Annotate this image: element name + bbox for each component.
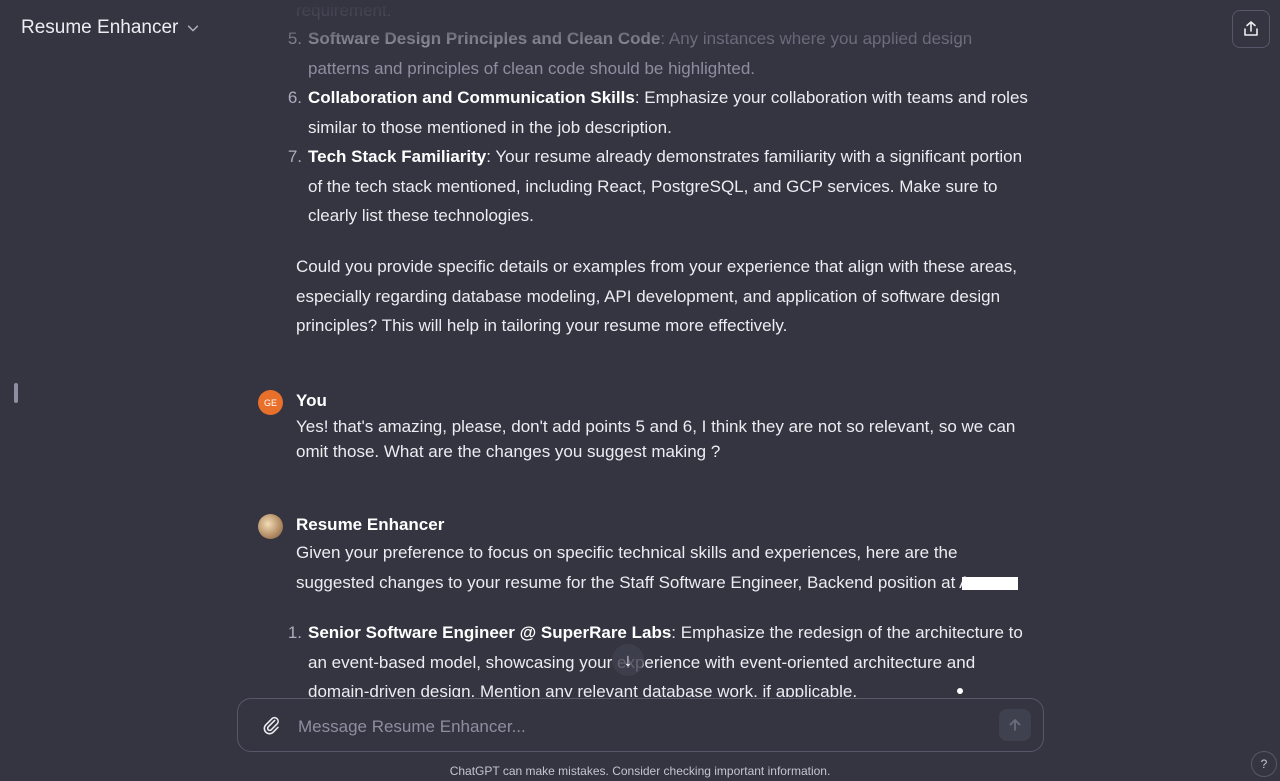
previous-text-fragment: requirement. [296,1,392,20]
send-button[interactable] [999,709,1031,741]
list-item: 6. Collaboration and Communication Skill… [276,83,1036,142]
assistant-author-label: Resume Enhancer [296,515,445,534]
assistant-intro-text: Given your preference to focus on specif… [296,543,971,592]
typing-indicator-dot [957,688,963,694]
redacted-block [962,576,1019,590]
arrow-down-icon: ↓ [623,649,633,670]
assistant-avatar [258,514,283,539]
user-avatar: GE [258,390,283,415]
share-icon [1244,21,1258,36]
paperclip-icon[interactable] [260,714,282,736]
list-item: 5. Software Design Principles and Clean … [276,24,1036,83]
help-button[interactable]: ? [1251,751,1277,777]
share-button[interactable] [1232,10,1270,48]
disclaimer-text: ChatGPT can make mistakes. Consider chec… [449,764,831,778]
model-selector[interactable]: Resume Enhancer [21,17,200,39]
list-item: 1. Senior Software Engineer @ SuperRare … [276,618,1036,697]
assistant-list-a: 5. Software Design Principles and Clean … [276,24,1036,231]
user-author-label: You [296,391,327,410]
message-input[interactable] [296,713,980,741]
list-number: 7. [287,147,302,166]
list-number: 1. [287,623,302,642]
app-title: Resume Enhancer [21,17,179,38]
message-composer [237,698,1044,752]
chevron-down-icon [188,25,199,32]
conversation-area: requirement. 5. Software Design Principl… [0,0,1280,697]
list-item-heading: Senior Software Engineer @ SuperRare Lab… [308,623,672,642]
scroll-to-bottom-button[interactable]: ↓ [612,644,644,676]
assistant-intro: Given your preference to focus on specif… [296,538,1026,597]
assistant-closing-paragraph: Could you provide specific details or ex… [296,257,1017,335]
user-message-text: Yes! that's amazing, please, don't add p… [296,417,1016,461]
arrow-up-icon [1009,719,1021,731]
list-number: 5. [287,29,302,48]
assistant-list-b: 1. Senior Software Engineer @ SuperRare … [276,618,1036,697]
list-item: 7. Tech Stack Familiarity: Your resume a… [276,142,1036,231]
list-item-heading: Software Design Principles and Clean Cod… [308,29,661,48]
list-item-heading: Collaboration and Communication Skills [308,88,635,107]
sidebar-toggle-handle[interactable] [14,383,18,403]
list-item-heading: Tech Stack Familiarity [308,147,487,166]
list-number: 6. [287,88,302,107]
